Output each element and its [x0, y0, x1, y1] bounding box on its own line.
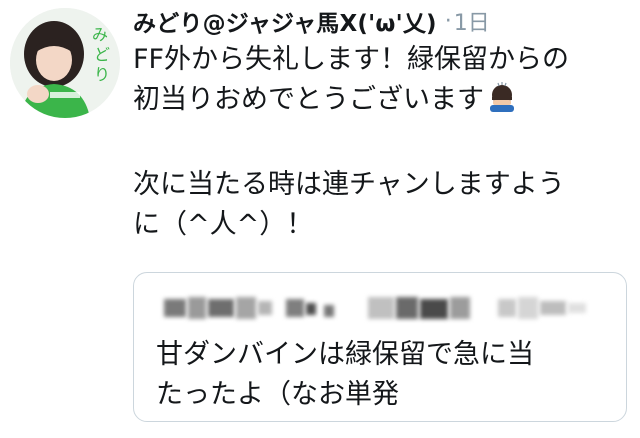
- avatar[interactable]: み ど り: [10, 8, 120, 118]
- tweet-text-line: 初当りおめでとうございます: [133, 80, 638, 120]
- tweet-text-line: FF外から失礼します！緑保留からの: [133, 44, 570, 75]
- svg-text:ど: ど: [94, 45, 110, 64]
- tweet: み ど り みどり@ジャジャ馬X('ω'乂) · 1日 FF外から失礼します！緑…: [0, 0, 640, 438]
- bowing-person-emoji-icon: [487, 82, 517, 124]
- tweet-text-line: 次に当たる時は連チャンしますよう: [133, 169, 565, 200]
- quoted-tweet-text: 甘ダンバインは緑保留で急に当 たったよ（なお単発: [156, 335, 616, 415]
- timestamp[interactable]: 1日: [454, 5, 490, 37]
- tweet-text: FF外から失礼します！緑保留からの 初当りおめでとうございます 次に当たる時は連…: [133, 40, 638, 245]
- display-name[interactable]: みどり@ジャジャ馬X('ω'乂): [133, 4, 437, 38]
- tweet-header: みどり@ジャジャ馬X('ω'乂) · 1日: [133, 4, 490, 38]
- separator-dot: ·: [444, 8, 452, 34]
- quoted-tweet-text-line: 甘ダンバインは緑保留で急に当: [156, 339, 534, 370]
- tweet-text-line: に（^人^）！: [133, 209, 314, 240]
- quoted-tweet-text-line: たったよ（なお単発: [156, 379, 399, 410]
- tweet-text-line: [133, 120, 638, 165]
- tweet-text-segment: 初当りおめでとうございます: [133, 84, 484, 115]
- quoted-tweet[interactable]: 甘ダンバインは緑保留で急に当 たったよ（なお単発: [133, 272, 627, 422]
- avatar-image: み ど り: [10, 8, 120, 118]
- svg-text:り: り: [94, 65, 110, 84]
- svg-text:み: み: [92, 25, 108, 44]
